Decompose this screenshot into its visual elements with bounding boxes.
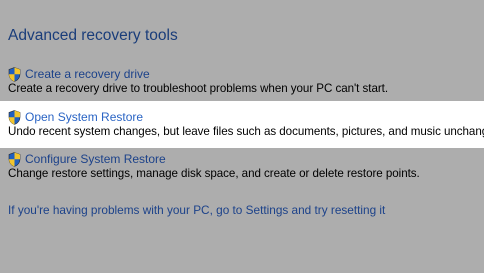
uac-shield-icon (8, 66, 21, 82)
reset-pc-settings-link[interactable]: If you're having problems with your PC, … (8, 203, 385, 217)
section-title: Advanced recovery tools (8, 27, 178, 44)
uac-shield-icon (8, 151, 21, 167)
recovery-window: Advanced recovery tools Create a recover… (0, 0, 484, 273)
configure-system-restore-description: Change restore settings, manage disk spa… (8, 167, 420, 180)
uac-shield-icon (8, 109, 21, 125)
open-system-restore-link-row[interactable]: Open System Restore (8, 109, 143, 125)
create-recovery-drive-link-row[interactable]: Create a recovery drive (8, 66, 150, 82)
open-system-restore-description: Undo recent system changes, but leave fi… (8, 125, 484, 138)
create-recovery-drive-link[interactable]: Create a recovery drive (25, 67, 150, 81)
open-system-restore-link[interactable]: Open System Restore (25, 110, 143, 124)
configure-system-restore-link[interactable]: Configure System Restore (25, 152, 166, 166)
create-recovery-drive-description: Create a recovery drive to troubleshoot … (8, 82, 388, 95)
configure-system-restore-link-row[interactable]: Configure System Restore (8, 151, 166, 167)
